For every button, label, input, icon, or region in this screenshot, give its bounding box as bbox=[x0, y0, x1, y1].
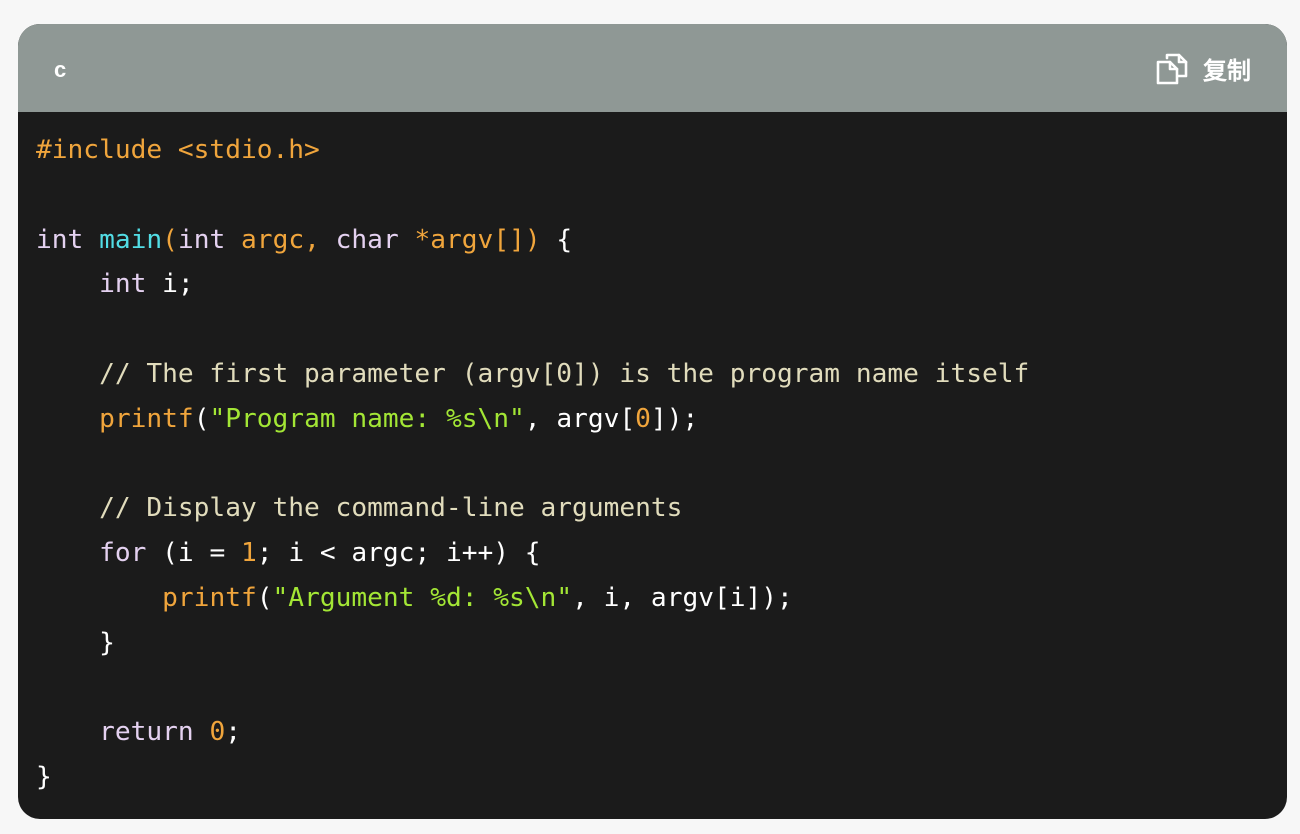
code-token: (i = bbox=[146, 538, 241, 569]
code-line: int main(int argc, char *argv[]) { bbox=[36, 218, 1287, 263]
code-line: return 0; bbox=[36, 710, 1287, 755]
code-token: char bbox=[335, 224, 399, 255]
code-line: printf("Program name: %s\n", argv[0]); bbox=[36, 397, 1287, 442]
code-line: int i; bbox=[36, 262, 1287, 307]
code-token: for bbox=[99, 538, 147, 569]
code-token: // Display the command-line arguments bbox=[36, 493, 683, 524]
code-token: int bbox=[177, 224, 226, 255]
code-token: ( bbox=[256, 582, 273, 613]
code-token: 0 bbox=[635, 403, 651, 434]
code-line: printf("Argument %d: %s\n", i, argv[i]); bbox=[36, 576, 1287, 621]
language-label: c bbox=[54, 57, 67, 82]
copy-button[interactable]: 复制 bbox=[1155, 51, 1251, 86]
code-token: ; i < argc; i++) { bbox=[256, 538, 541, 569]
code-token: i; bbox=[146, 269, 194, 300]
copy-label: 复制 bbox=[1203, 56, 1251, 85]
code-line: // The first parameter (argv[0]) is the … bbox=[36, 352, 1287, 397]
code-token: int bbox=[99, 269, 147, 300]
code-token: main bbox=[99, 224, 163, 255]
code-token: ]); bbox=[650, 403, 699, 434]
copy-icon bbox=[1155, 51, 1189, 85]
code-line: } bbox=[36, 755, 1287, 800]
code-token: // The first parameter (argv[0]) is the … bbox=[36, 358, 1030, 389]
code-token: *argv[]) bbox=[398, 224, 557, 255]
code-line: } bbox=[36, 621, 1287, 666]
code-token: ( bbox=[162, 224, 178, 255]
code-line: for (i = 1; i < argc; i++) { bbox=[36, 531, 1287, 576]
code-token: } bbox=[36, 627, 115, 658]
code-token: printf bbox=[99, 403, 194, 434]
code-token: 0 bbox=[209, 717, 226, 748]
code-token: { bbox=[556, 224, 573, 255]
code-line: #include <stdio.h> bbox=[36, 128, 1287, 173]
code-token: "Argument %d: %s\n" bbox=[272, 582, 573, 613]
code-token: "Program name: %s\n" bbox=[209, 403, 525, 434]
code-token: ( bbox=[193, 403, 210, 434]
code-token: 1 bbox=[241, 538, 257, 569]
code-token: ; bbox=[225, 717, 242, 748]
code-token: #include <stdio.h> bbox=[36, 135, 320, 165]
code-line: // Display the command-line arguments bbox=[36, 486, 1287, 531]
code-block-header: c 复制 bbox=[18, 24, 1287, 112]
code-token: } bbox=[36, 762, 52, 793]
code-block: c 复制 #include <stdio.h> int main(int arg… bbox=[18, 24, 1287, 819]
code-token: int bbox=[36, 224, 84, 255]
code-token: argc, bbox=[225, 224, 336, 255]
code-content[interactable]: #include <stdio.h> int main(int argc, ch… bbox=[18, 128, 1287, 800]
code-token: , argv[ bbox=[524, 403, 636, 434]
code-token: printf bbox=[162, 582, 257, 613]
code-token: return bbox=[99, 717, 194, 748]
code-token: , i, argv[i]); bbox=[572, 582, 793, 613]
